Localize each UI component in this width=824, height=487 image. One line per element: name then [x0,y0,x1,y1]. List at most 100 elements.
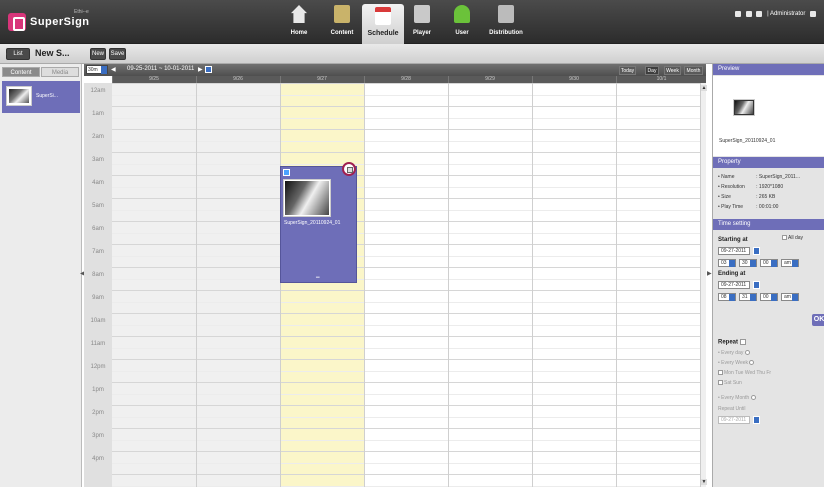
tools-icon[interactable] [735,11,742,17]
nav-user[interactable]: User [442,0,482,44]
ok-button[interactable]: OK [812,314,824,326]
resize-handle-icon[interactable]: ═ [316,275,320,281]
end-calendar-icon[interactable] [753,281,760,289]
end-second-select[interactable]: 00 [760,293,778,301]
event-delete-icon[interactable] [342,162,356,176]
grid-hour-line [112,382,700,383]
content-icon [334,5,350,23]
repeat-until-calendar-icon[interactable] [753,416,760,424]
event-thumbnail [283,179,331,217]
start-ampm-select[interactable]: am [781,259,799,267]
property-header: Property [713,157,824,168]
nav-player[interactable]: Player [402,0,442,44]
end-hour-select[interactable]: 08 [718,293,736,301]
checkbox-icon [782,235,787,241]
day-view-button[interactable]: Day [645,66,659,75]
day-column-today[interactable] [280,83,364,487]
property-size: • Size: 265 KB [718,194,776,200]
nav-label: Distribution [489,30,523,36]
gear-icon[interactable] [756,11,763,17]
scheduled-event[interactable]: SuperSign_20110924_01 ═ [280,166,357,283]
chevron-down-icon [771,260,777,267]
end-date-field[interactable]: 09-27-2011 [718,281,750,289]
nav-content[interactable]: Content [322,0,362,44]
list-button[interactable]: List [6,48,30,60]
time-label: 4pm [92,456,104,462]
grid-hour-line [112,94,700,96]
event-menu-icon[interactable] [283,169,290,176]
day-column[interactable] [196,83,280,487]
scroll-down-arrow-icon[interactable]: ▼ [701,479,707,485]
grid-hour-line [112,244,700,245]
month-view-button[interactable]: Month [684,66,703,75]
tab-content[interactable]: Content [2,67,40,77]
all-day-checkbox[interactable]: All day [782,235,803,241]
start-hour-select[interactable]: 03 [718,259,736,267]
calendar-icon[interactable] [205,66,212,73]
starting-at-label: Starting at [718,237,748,243]
grid-hour-line [112,347,700,349]
vertical-scrollbar[interactable]: ▲ ▼ [700,83,707,487]
time-label: 8am [92,272,104,278]
grid-hour-line [112,324,700,326]
chevron-down-icon [750,260,756,267]
day-header: 9/27 [280,76,363,83]
time-column: 12am 1am 2am 3am 4am 5am 6am 7am 8am 9am… [84,83,112,487]
every-day-option[interactable]: • Every day [718,350,751,356]
logout-icon[interactable] [810,11,816,17]
nav-distribution[interactable]: Distribution [484,0,528,44]
today-button[interactable]: Today [619,66,636,75]
day-column[interactable] [364,83,448,487]
grid-hour-line [112,232,700,234]
nav-home[interactable]: Home [279,0,319,44]
day-column[interactable] [532,83,616,487]
calendar-grid[interactable] [112,83,700,487]
weekday-checkboxes-row2[interactable]: Sat Sun [718,380,742,386]
chevron-down-icon [771,294,777,301]
next-week-arrow-icon[interactable]: ▶ [198,66,203,73]
day-header: 9/25 [112,76,195,83]
nav-schedule[interactable]: Schedule [362,4,404,44]
weekday-checkboxes-row1[interactable]: Mon Tue Wed Thu Fr [718,370,771,376]
top-header: SuperSign Ethi--e Home Content Schedule … [0,0,824,44]
time-label: 3am [92,157,104,163]
day-column[interactable] [448,83,532,487]
grid-hour-line [112,290,700,291]
start-minute-select[interactable]: 30 [739,259,757,267]
start-calendar-icon[interactable] [753,247,760,255]
day-column[interactable] [112,83,196,487]
properties-panel: Preview SuperSign_20110924_01 Property •… [712,64,824,487]
repeat-label: Repeat [718,339,747,346]
nav-label: Schedule [367,30,399,37]
end-minute-select[interactable]: 31 [739,293,757,301]
time-setting-header: Time setting [713,219,824,230]
every-week-option[interactable]: • Every Week [718,360,755,366]
every-month-option[interactable]: • Every Month [718,395,757,401]
end-ampm-select[interactable]: am [781,293,799,301]
tab-media[interactable]: Media [41,67,79,77]
start-second-select[interactable]: 00 [760,259,778,267]
new-button[interactable]: New [90,48,106,60]
grid-hour-line [112,485,700,487]
content-list-item[interactable]: SuperSi... [2,81,80,113]
repeat-checkbox[interactable] [739,339,746,345]
day-column[interactable] [616,83,700,487]
week-view-button[interactable]: Week [664,66,681,75]
content-item-label: SuperSi... [36,93,58,99]
scroll-up-arrow-icon[interactable]: ▲ [701,85,707,91]
collapse-right-arrow-icon[interactable]: ▶ [707,270,712,277]
interval-select[interactable]: 30m [86,65,108,74]
nav-label: User [455,30,469,36]
start-date-field[interactable]: 09-27-2011 [718,247,750,255]
player-icon [414,5,430,23]
time-label: 3pm [92,433,104,439]
distribution-icon [498,5,514,23]
document-icon[interactable] [745,11,752,17]
prev-week-arrow-icon[interactable]: ◀ [111,66,116,73]
grid-hour-line [112,428,700,429]
chevron-down-icon [101,66,107,74]
grid-hour-line [112,301,700,303]
repeat-until-field[interactable]: 09-27-2011 [718,416,750,424]
save-button[interactable]: Save [109,48,126,60]
content-panel: Content Media SuperSi... [0,64,82,487]
